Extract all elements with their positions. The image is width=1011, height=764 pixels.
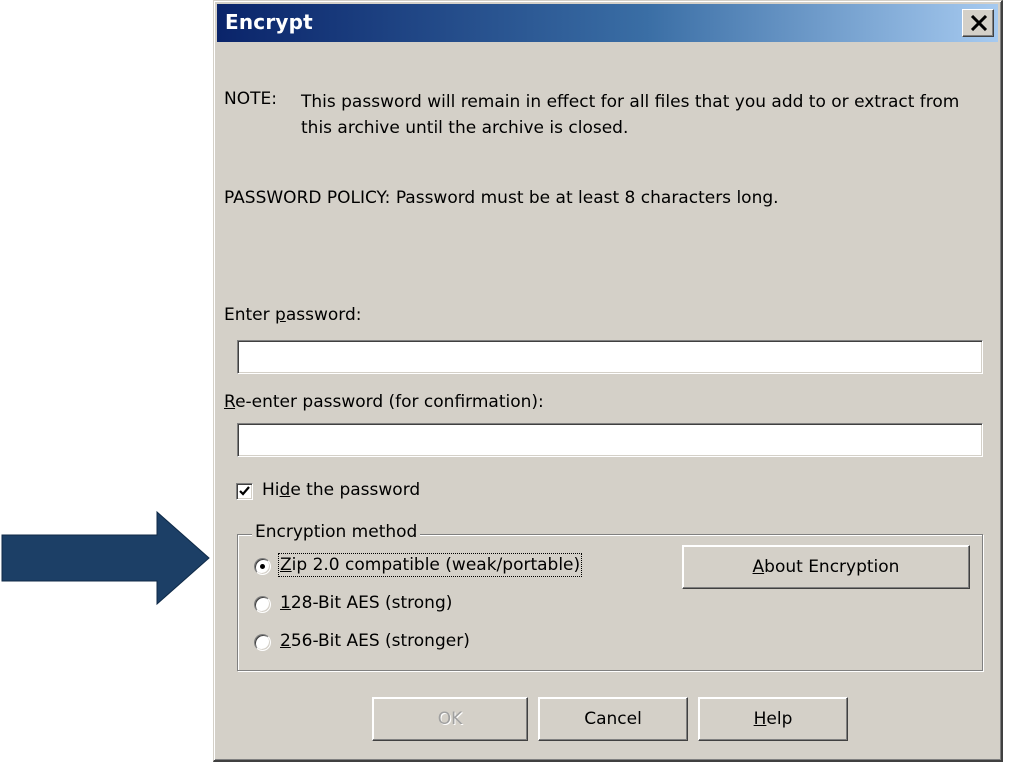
checkbox-box[interactable]: [236, 483, 253, 500]
password-label: Enter password:: [224, 305, 362, 325]
checkmark-icon: [239, 486, 250, 496]
ok-button[interactable]: OK: [372, 697, 528, 741]
confirm-password-input[interactable]: [237, 423, 983, 457]
cancel-label: Cancel: [584, 709, 642, 729]
close-button[interactable]: [962, 9, 994, 37]
password-policy: PASSWORD POLICY: Password must be at lea…: [224, 188, 779, 208]
confirm-password-label: Re-enter password (for confirmation):: [224, 392, 544, 412]
note-text: This password will remain in effect for …: [301, 92, 960, 138]
encryption-method-group: Encryption method Zip 2.0 compatible (we…: [237, 522, 983, 671]
note-label: NOTE:: [224, 89, 277, 109]
group-legend: Encryption method: [252, 522, 421, 542]
pointer-arrow-icon: [1, 510, 210, 606]
radio-zip20-label: Zip 2.0 compatible (weak/portable): [277, 553, 583, 577]
radio-button[interactable]: [254, 634, 271, 651]
ok-label: OK: [437, 709, 463, 729]
password-input[interactable]: [237, 340, 983, 374]
title-bar[interactable]: Encrypt: [217, 4, 998, 42]
help-label: Help: [753, 709, 793, 729]
about-encryption-label: About Encryption: [752, 557, 900, 577]
radio-aes256-label: 256-Bit AES (stronger): [280, 631, 470, 651]
encrypt-dialog: Encrypt NOTE: This password will remain …: [213, 0, 1003, 762]
about-encryption-button[interactable]: About Encryption: [682, 545, 970, 589]
radio-button[interactable]: [254, 558, 271, 575]
cancel-button[interactable]: Cancel: [538, 697, 688, 741]
window-title: Encrypt: [225, 10, 313, 34]
radio-button[interactable]: [254, 596, 271, 613]
radio-aes128-label: 128-Bit AES (strong): [280, 593, 453, 613]
radio-selected-dot-icon: [260, 564, 265, 569]
close-icon: [970, 15, 988, 31]
help-button[interactable]: Help: [698, 697, 848, 741]
hide-password-label: Hide the password: [262, 480, 421, 500]
